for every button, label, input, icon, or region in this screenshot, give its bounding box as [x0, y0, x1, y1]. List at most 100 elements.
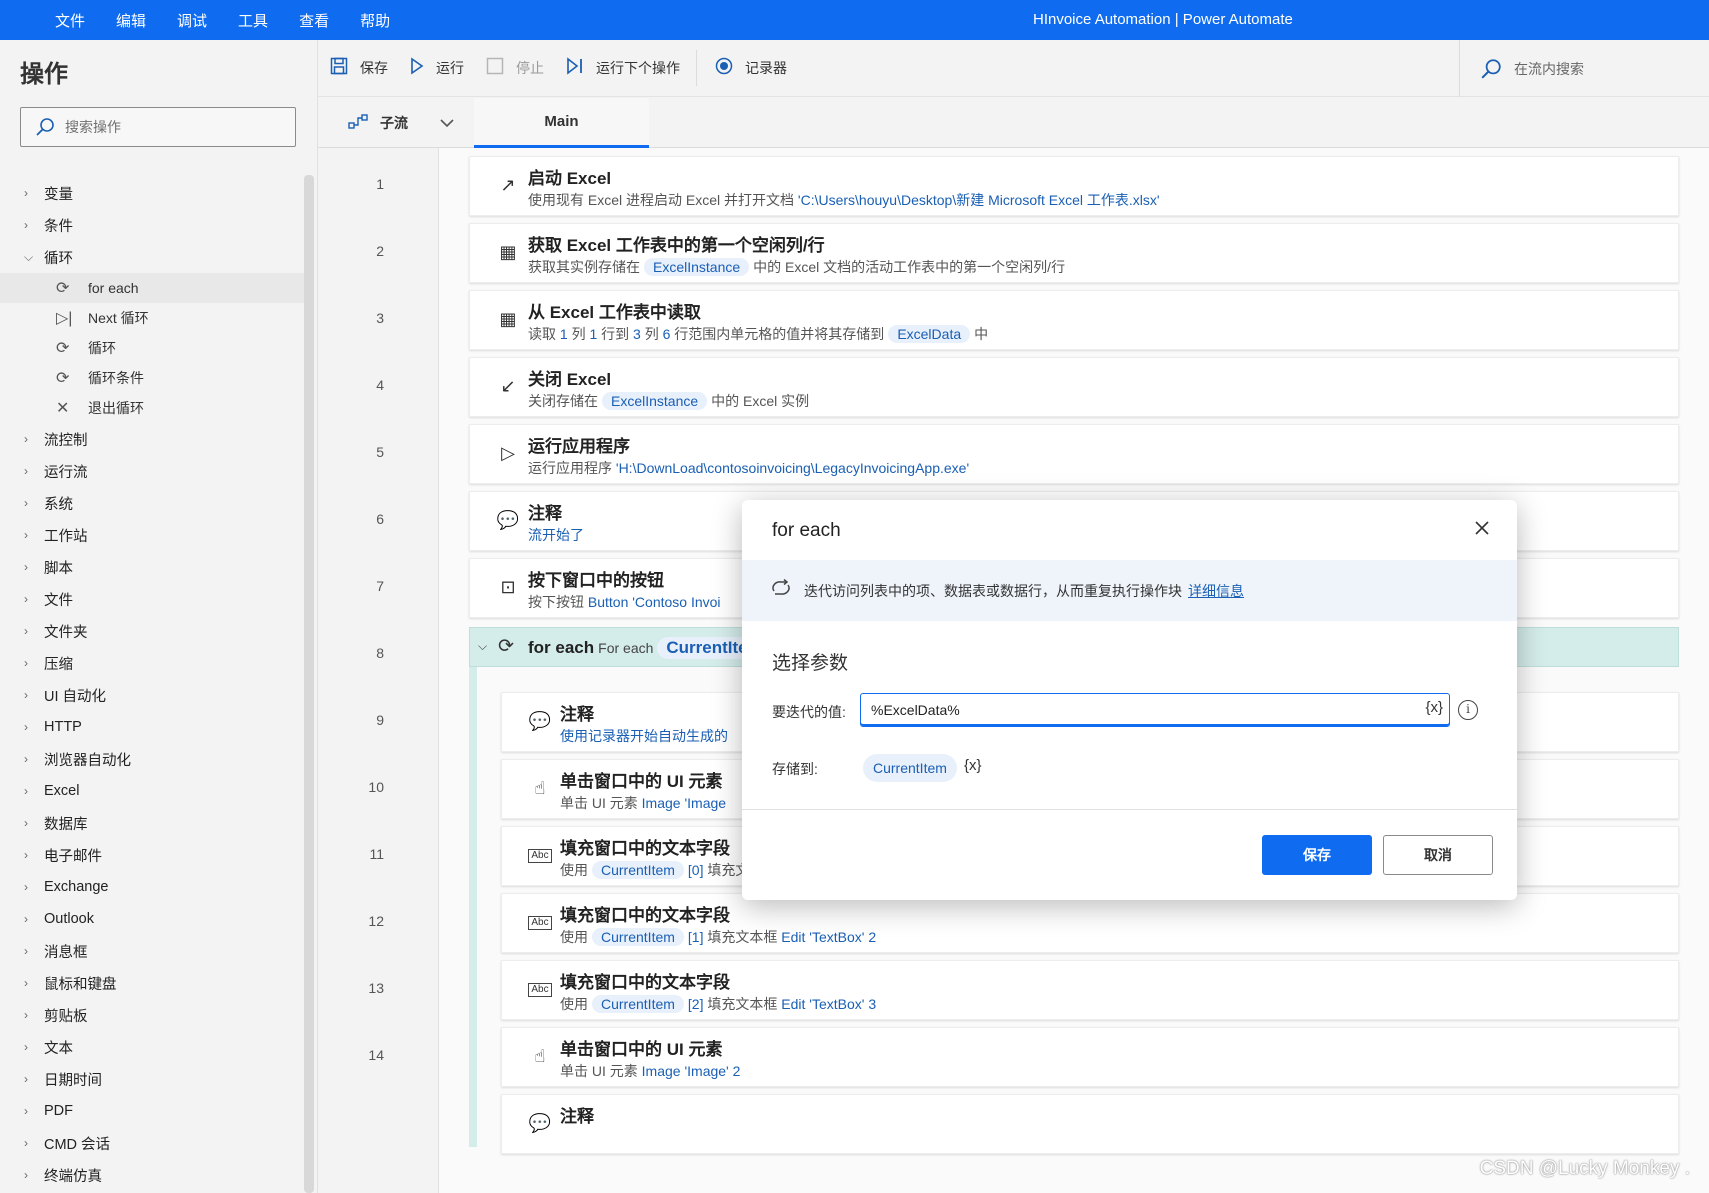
menu-debug[interactable]: 调试: [177, 10, 207, 31]
tree-group[interactable]: › 流控制: [0, 423, 304, 455]
step-title: for each For each CurrentIte: [528, 637, 761, 659]
recorder-button[interactable]: 记录器: [715, 57, 787, 80]
chevron-right-icon: ›: [24, 1008, 28, 1022]
iterate-value-label: 要迭代的值:: [772, 704, 846, 720]
flow-step[interactable]: Abc 填充窗口中的文本字段 使用 CurrentItem [2] 填充文本框 Edit…: [501, 960, 1679, 1020]
desc-part: [1]: [687, 929, 704, 945]
tree-group[interactable]: › 文件夹: [0, 615, 304, 647]
desc-part: Image 'Image: [641, 795, 727, 811]
tree-group[interactable]: › 终端仿真: [0, 1159, 304, 1191]
tree-group[interactable]: › PDF: [0, 1095, 304, 1127]
tree-action-item[interactable]: ⟳ 循环: [0, 333, 304, 363]
dialog-info-bar: 迭代访问列表中的项、数据表或数据行，从而重复执行操作块 详细信息: [742, 560, 1517, 621]
tree-group[interactable]: › 日期时间: [0, 1063, 304, 1095]
tree-action-item[interactable]: ⟳ for each: [0, 273, 304, 303]
tree-action-item[interactable]: ⟳ 循环条件: [0, 363, 304, 393]
flow-step[interactable]: ▦ 获取 Excel 工作表中的第一个空闲列/行 获取其实例存储在 ExcelInst…: [469, 223, 1679, 283]
subflow-label: 子流: [380, 115, 408, 131]
play-icon: ▷: [501, 443, 515, 463]
tab-main[interactable]: Main: [474, 98, 649, 148]
actions-tree: › 变量 › 条件 ⌵ 循环 ⟳ for each ▷| Next 循环 ⟳ 循环 ⟳ 循环条件 ✕ 退出循环…: [0, 177, 304, 1191]
loop-icon: ⟳: [56, 340, 70, 357]
tree-group[interactable]: › 系统: [0, 487, 304, 519]
tree-group-label: 电子邮件: [44, 848, 102, 865]
tree-group-label: 工作站: [44, 528, 88, 545]
tree-group[interactable]: ⌵ 循环: [0, 241, 304, 273]
tree-group[interactable]: › 工作站: [0, 519, 304, 551]
desc-part: 单击 UI 元素: [560, 1063, 642, 1079]
menu-bar: 文件 编辑 调试 工具 查看 帮助: [0, 10, 421, 31]
dialog-cancel-button[interactable]: 取消: [1383, 835, 1493, 875]
details-link[interactable]: 详细信息: [1188, 581, 1244, 601]
line-number: 5: [376, 444, 384, 460]
flow-step[interactable]: 💬 注释: [501, 1094, 1679, 1154]
desc-part: 中的 Excel 实例: [711, 393, 810, 409]
tree-group[interactable]: › 文本: [0, 1031, 304, 1063]
actions-scrollbar[interactable]: [304, 175, 314, 1193]
flow-search-input[interactable]: 在流内搜索: [1459, 40, 1709, 97]
tree-action-item[interactable]: ▷| Next 循环: [0, 303, 304, 333]
tree-group[interactable]: › UI 自动化: [0, 679, 304, 711]
tree-group[interactable]: › 条件: [0, 209, 304, 241]
step-title: 运行应用程序: [528, 437, 630, 456]
tree-group[interactable]: › 压缩: [0, 647, 304, 679]
step-description: 单击 UI 元素 Image 'Image' 2: [560, 1061, 740, 1081]
menu-tools[interactable]: 工具: [238, 10, 268, 31]
flow-step[interactable]: ▦ 从 Excel 工作表中读取 读取 1 列 1 行到 3 列 6 行范围内单元格…: [469, 290, 1679, 350]
tree-group[interactable]: › 浏览器自动化: [0, 743, 304, 775]
tree-group[interactable]: › Outlook: [0, 903, 304, 935]
tree-group-label: 压缩: [44, 656, 73, 673]
stop-button[interactable]: 停止: [486, 57, 544, 80]
chevron-right-icon: ›: [24, 944, 28, 958]
tree-group[interactable]: › 数据库: [0, 807, 304, 839]
chevron-right-icon: ›: [24, 464, 28, 478]
menu-view[interactable]: 查看: [299, 10, 329, 31]
step-title: 按下窗口中的按钮: [528, 571, 664, 590]
tree-group[interactable]: › 文件: [0, 583, 304, 615]
actions-search-input[interactable]: 搜索操作: [20, 107, 296, 147]
close-icon[interactable]: [1467, 514, 1497, 544]
tree-group[interactable]: › Exchange: [0, 871, 304, 903]
menu-file[interactable]: 文件: [55, 10, 85, 31]
flow-step[interactable]: ☝ 单击窗口中的 UI 元素 单击 UI 元素 Image 'Image' 2: [501, 1027, 1679, 1087]
tree-group[interactable]: › Excel: [0, 775, 304, 807]
chevron-down-icon[interactable]: ⌵: [478, 639, 487, 654]
desc-part: 按下按钮: [528, 594, 588, 610]
line-number: 7: [376, 578, 384, 594]
tree-group[interactable]: › 脚本: [0, 551, 304, 583]
run-next-button[interactable]: 运行下个操作: [566, 56, 680, 80]
run-button[interactable]: 运行: [410, 56, 464, 80]
flow-step[interactable]: ▷ 运行应用程序 运行应用程序 'H:\DownLoad\contosoinvoic…: [469, 424, 1679, 484]
menu-edit[interactable]: 编辑: [116, 10, 146, 31]
excel-icon: ▦: [499, 309, 517, 329]
store-variable-pill[interactable]: CurrentItem: [863, 754, 957, 782]
tree-group[interactable]: › 变量: [0, 177, 304, 209]
dialog-save-button[interactable]: 保存: [1262, 835, 1372, 875]
variable-picker-button[interactable]: {x}: [1425, 699, 1443, 716]
chevron-right-icon: ›: [24, 592, 28, 606]
tree-group[interactable]: › 剪贴板: [0, 999, 304, 1031]
line-number: 12: [368, 913, 384, 929]
tree-group[interactable]: › 消息框: [0, 935, 304, 967]
info-icon[interactable]: i: [1458, 700, 1478, 720]
chevron-right-icon: ›: [24, 432, 28, 446]
step-title: 注释: [528, 504, 562, 523]
iterate-value-input[interactable]: %ExcelData% {x}: [860, 693, 1450, 727]
tree-group[interactable]: › HTTP: [0, 711, 304, 743]
flow-step[interactable]: ↗ 启动 Excel 使用现有 Excel 进程启动 Excel 并打开文档 'C:…: [469, 156, 1679, 216]
variable-picker-button[interactable]: {x}: [964, 757, 982, 774]
tree-group[interactable]: › CMD 会话: [0, 1127, 304, 1159]
flow-step[interactable]: Abc 填充窗口中的文本字段 使用 CurrentItem [1] 填充文本框 Edit…: [501, 893, 1679, 953]
tree-group[interactable]: › 鼠标和键盘: [0, 967, 304, 999]
save-button[interactable]: 保存: [330, 57, 388, 80]
loop-icon: [770, 578, 792, 602]
tree-group[interactable]: › 运行流: [0, 455, 304, 487]
tree-action-item[interactable]: ✕ 退出循环: [0, 393, 304, 423]
tree-group[interactable]: › 电子邮件: [0, 839, 304, 871]
subflow-dropdown[interactable]: 子流: [348, 98, 454, 148]
close-icon: ✕: [56, 400, 70, 417]
chevron-right-icon: ›: [24, 848, 28, 862]
tree-group-label: 运行流: [44, 464, 88, 481]
menu-help[interactable]: 帮助: [360, 10, 390, 31]
flow-step[interactable]: ↙ 关闭 Excel 关闭存储在 ExcelInstance 中的 Excel 实例: [469, 357, 1679, 417]
